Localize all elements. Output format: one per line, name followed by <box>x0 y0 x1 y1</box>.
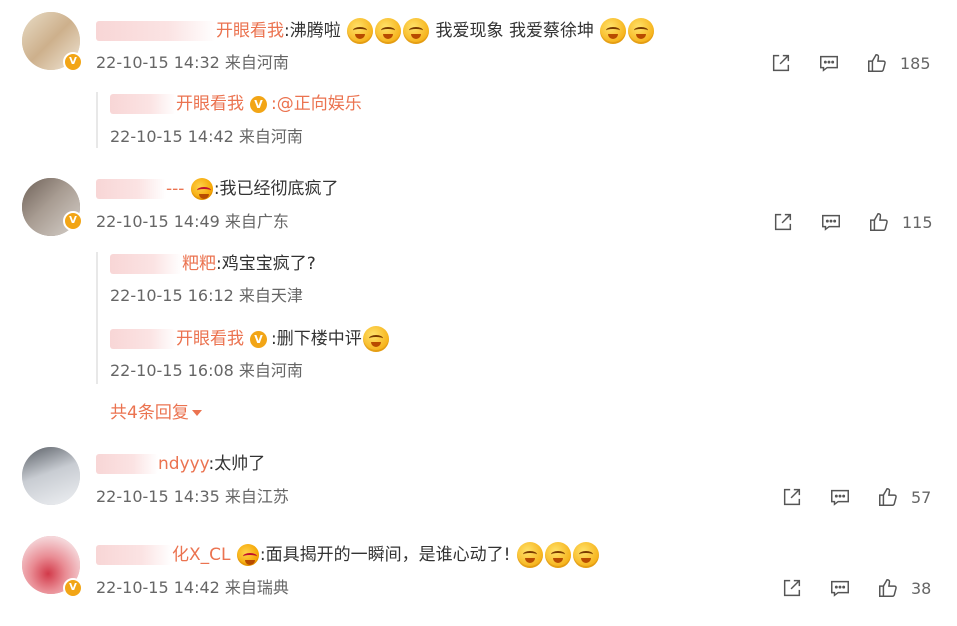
verified-badge-icon: V <box>63 211 83 231</box>
share-icon[interactable] <box>781 486 807 512</box>
username[interactable]: 化X_CL <box>172 545 231 565</box>
thumbs-up-icon[interactable] <box>877 486 903 512</box>
comment-text: 沸腾啦 <box>289 21 341 41</box>
reply-text: :删下楼中评 <box>271 329 362 349</box>
emoji-icon <box>347 18 374 44</box>
comment-content: 化X_CL :面具揭开的一瞬间，是谁心动了! <box>96 542 600 568</box>
verified-badge-icon: V <box>63 578 83 598</box>
thumbs-up-icon[interactable] <box>866 52 892 78</box>
crown-badge-icon <box>236 544 259 566</box>
reply-divider <box>96 92 98 148</box>
comment-text: :面具揭开的一瞬间，是谁心动了! <box>259 545 511 565</box>
masked-username <box>110 329 176 349</box>
emoji-icon <box>375 18 402 44</box>
emoji-icon <box>628 18 655 44</box>
like-count: 185 <box>900 54 931 73</box>
reply-username[interactable]: 开眼看我 <box>176 329 244 349</box>
comment-actions: 185 <box>770 52 940 78</box>
chevron-down-icon[interactable] <box>191 410 202 416</box>
masked-username <box>96 21 216 41</box>
masked-username <box>96 545 172 565</box>
emoji-icon <box>572 542 599 568</box>
reply-username[interactable]: 粑粑 <box>182 254 216 274</box>
reply-text: :鸡宝宝疯了? <box>216 254 316 274</box>
comment-content: --- :我已经彻底疯了 <box>96 177 339 201</box>
reply-text[interactable]: :@正向娱乐 <box>271 94 362 114</box>
comment-actions: 57 <box>781 486 951 512</box>
masked-username <box>96 179 166 199</box>
thumbs-up-icon[interactable] <box>868 211 894 237</box>
reply-meta: 22-10-15 16:12 来自天津 <box>110 286 303 305</box>
reply-meta: 22-10-15 14:42 来自河南 <box>110 127 303 146</box>
comment-icon[interactable] <box>829 486 855 512</box>
comment-icon[interactable] <box>818 52 844 78</box>
emoji-icon <box>600 18 627 44</box>
comment-text-extra: 我爱现象 我爱蔡徐坤 <box>435 21 594 41</box>
like-count: 57 <box>911 488 932 507</box>
share-icon[interactable] <box>770 52 796 78</box>
reply-content: 粑粑:鸡宝宝疯了? <box>110 252 316 276</box>
verified-badge-icon: V <box>250 95 267 113</box>
like-count: 38 <box>911 579 932 598</box>
comment-icon[interactable] <box>820 211 846 237</box>
comment-meta: 22-10-15 14:35 来自江苏 <box>96 487 289 506</box>
reply-content: 开眼看我 V:@正向娱乐 <box>110 92 362 116</box>
verified-badge-icon: V <box>63 52 83 72</box>
more-replies[interactable]: 共4条回复 <box>110 401 202 425</box>
masked-username <box>110 254 182 274</box>
username[interactable]: --- <box>166 179 184 199</box>
masked-username <box>110 94 176 114</box>
comment-text: :太帅了 <box>208 454 266 474</box>
emoji-icon <box>403 18 430 44</box>
comment-content: 开眼看我:沸腾啦 我爱现象 我爱蔡徐坤 <box>96 18 655 44</box>
share-icon[interactable] <box>772 211 798 237</box>
reply-content: 开眼看我 V:删下楼中评 <box>110 326 390 352</box>
comment-content: ndyyy:太帅了 <box>96 452 265 476</box>
like-count: 115 <box>902 213 933 232</box>
comment-icon[interactable] <box>829 577 855 603</box>
comment-actions: 38 <box>781 577 951 603</box>
more-replies-link[interactable]: 共4条回复 <box>110 403 189 423</box>
reply-divider <box>96 252 98 384</box>
verified-badge-icon: V <box>250 330 267 348</box>
emoji-icon <box>516 542 543 568</box>
reply-username[interactable]: 开眼看我 <box>176 94 244 114</box>
masked-username <box>96 454 158 474</box>
crown-badge-icon <box>190 178 213 200</box>
comment-meta: 22-10-15 14:42 来自瑞典 <box>96 578 289 597</box>
comment-text: :我已经彻底疯了 <box>213 179 339 199</box>
emoji-icon <box>362 326 389 352</box>
share-icon[interactable] <box>781 577 807 603</box>
avatar[interactable] <box>22 447 80 505</box>
comment-meta: 22-10-15 14:32 来自河南 <box>96 53 289 72</box>
emoji-icon <box>544 542 571 568</box>
comment-meta: 22-10-15 14:49 来自广东 <box>96 212 289 231</box>
reply-meta: 22-10-15 16:08 来自河南 <box>110 361 303 380</box>
thumbs-up-icon[interactable] <box>877 577 903 603</box>
username[interactable]: 开眼看我 <box>216 21 284 41</box>
comment-actions: 115 <box>772 211 942 237</box>
username[interactable]: ndyyy <box>158 454 209 474</box>
